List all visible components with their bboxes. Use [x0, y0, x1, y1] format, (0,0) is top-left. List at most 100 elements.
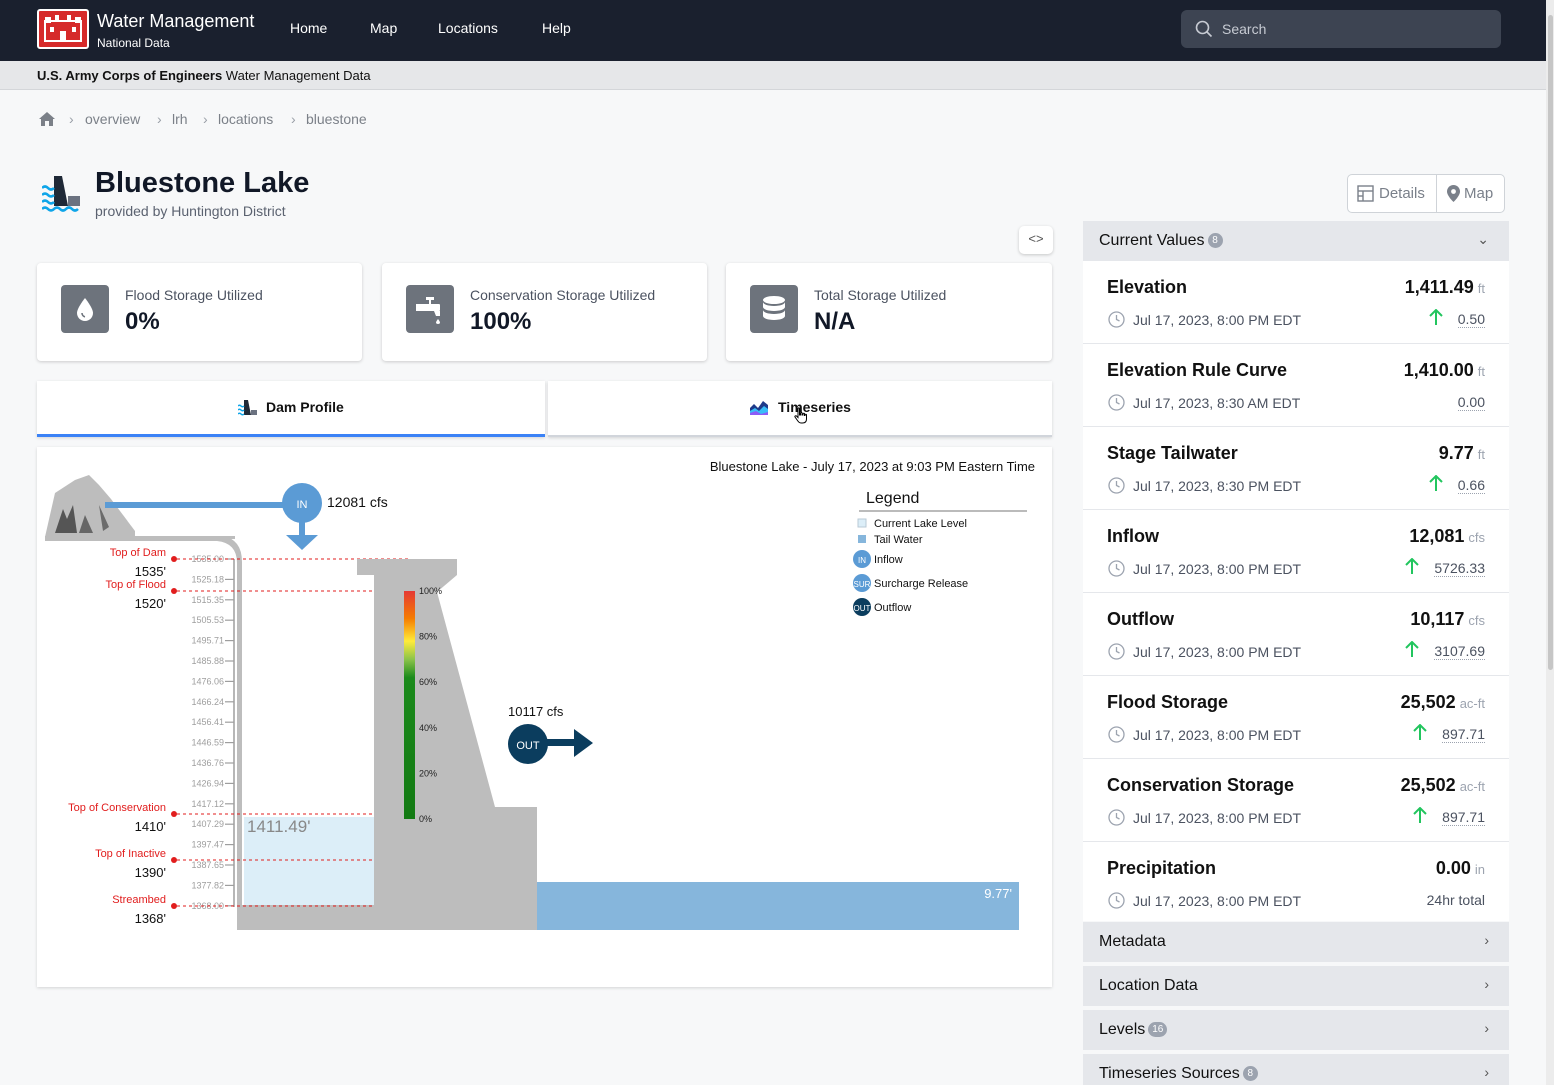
ruler-tick-label: 1456.41 — [191, 717, 224, 727]
legend-title: Legend — [866, 490, 919, 507]
current-value-name: Elevation — [1107, 277, 1188, 297]
current-value-row[interactable]: Outflow 10,117 cfs Jul 17, 2023, 8:00 PM ED… — [1083, 593, 1509, 676]
map-button[interactable]: Map — [1437, 175, 1505, 212]
ruler-tick-label: 1525.18 — [191, 574, 224, 584]
count-badge: 8 — [1207, 233, 1223, 249]
faucet-icon — [406, 285, 454, 333]
level-marker-dot — [171, 857, 177, 863]
location-data-label: Location Data — [1099, 977, 1198, 994]
brand-title[interactable]: Water Management — [97, 11, 254, 32]
tab-dam-profile[interactable]: Dam Profile — [37, 381, 545, 437]
current-value-name: Precipitation — [1107, 858, 1217, 878]
database-icon — [750, 285, 798, 333]
current-value-timestamp: Jul 17, 2023, 8:00 PM EDT — [1133, 727, 1302, 743]
legend-swatch-lake — [857, 518, 867, 528]
nav-map[interactable]: Map — [370, 20, 397, 36]
details-button[interactable]: Details — [1348, 175, 1436, 212]
ruler-tick-label: 1387.65 — [191, 860, 224, 870]
home-icon[interactable] — [38, 111, 56, 127]
level-value: 1535' — [135, 564, 166, 579]
current-value-row[interactable]: Conservation Storage 25,502 ac-ft Jul 17, 2… — [1083, 759, 1509, 842]
legend: Legend Current Lake Level Tail Water IN … — [853, 490, 1027, 616]
stat-card-flood-storage: Flood Storage Utilized 0% — [37, 263, 362, 361]
nav-locations[interactable]: Locations — [438, 20, 498, 36]
timeseries-sources-header[interactable]: Timeseries Sources 8 › — [1083, 1054, 1509, 1085]
level-name: Top of Dam — [110, 547, 166, 559]
arrow-up-icon — [1429, 475, 1443, 491]
current-value-timestamp: Jul 17, 2023, 8:00 PM EDT — [1133, 644, 1302, 660]
details-label: Details — [1379, 185, 1425, 202]
current-value-delta: 3107.69 — [1434, 643, 1485, 660]
gauge-label: 20% — [419, 768, 437, 778]
breadcrumb-lrh[interactable]: lrh — [172, 111, 188, 127]
current-value-row[interactable]: Stage Tailwater 9.77 ft Jul 17, 2023, 8:30 … — [1083, 427, 1509, 510]
current-value-unit: cfs — [1468, 613, 1485, 628]
current-value-name: Stage Tailwater — [1107, 443, 1238, 463]
outflow-value: 10117 cfs — [508, 704, 564, 719]
current-value-row[interactable]: Flood Storage 25,502 ac-ft Jul 17, 2023, 8:… — [1083, 676, 1509, 759]
breadcrumb-bluestone[interactable]: bluestone — [306, 111, 367, 127]
current-value-row[interactable]: Precipitation 0.00 in Jul 17, 2023, 8:00 PM… — [1083, 842, 1509, 925]
stat-label: Total Storage Utilized — [814, 287, 947, 303]
breadcrumb-locations[interactable]: locations — [218, 111, 273, 127]
levels-header[interactable]: Levels 16 › — [1083, 1010, 1509, 1050]
breadcrumb-overview[interactable]: overview — [85, 111, 140, 127]
gauge-label: 40% — [419, 723, 437, 733]
nav-home[interactable]: Home — [290, 20, 327, 36]
current-value-row[interactable]: Inflow 12,081 cfs Jul 17, 2023, 8:00 PM EDT… — [1083, 510, 1509, 593]
search-input[interactable]: Search — [1181, 10, 1501, 48]
brand-subtitle: National Data — [97, 36, 170, 50]
legend-inflow-icon-label: IN — [858, 556, 866, 565]
tab-timeseries[interactable]: Timeseries — [548, 381, 1052, 437]
level-value: 1390' — [135, 865, 166, 880]
current-value-row[interactable]: Elevation 1,411.49 ft Jul 17, 2023, 8:00 PM… — [1083, 261, 1509, 344]
location-data-header[interactable]: Location Data › — [1083, 966, 1509, 1006]
view-tabs: Dam Profile Timeseries — [37, 381, 1052, 438]
chevron-right-icon: › — [1484, 932, 1489, 948]
org-tagline: Water Management Data — [225, 68, 371, 83]
arrow-up-icon — [1405, 558, 1419, 574]
current-value-timestamp: Jul 17, 2023, 8:00 PM EDT — [1133, 312, 1302, 328]
level-value: 1520' — [135, 596, 166, 611]
stat-card-conservation-storage: Conservation Storage Utilized 100% — [382, 263, 707, 361]
current-value-timestamp: Jul 17, 2023, 8:00 PM EDT — [1133, 893, 1302, 909]
dam-icon — [238, 400, 257, 416]
page-title: Bluestone Lake — [95, 167, 310, 199]
clock-icon — [1108, 892, 1125, 909]
search-placeholder: Search — [1222, 21, 1267, 37]
current-values-list: Elevation 1,411.49 ft Jul 17, 2023, 8:00 PM… — [1083, 261, 1509, 925]
arrow-up-icon — [1413, 807, 1427, 823]
clock-icon — [1108, 560, 1125, 577]
current-value-delta: 0.50 — [1457, 311, 1485, 328]
lake-level-label: 1411.49' — [247, 817, 310, 836]
dam-icon — [42, 176, 80, 212]
clock-icon — [1108, 809, 1125, 826]
clock-icon — [1108, 726, 1125, 743]
level-marker-dot — [171, 903, 177, 909]
usace-castle-logo-icon[interactable] — [37, 9, 89, 49]
metadata-header[interactable]: Metadata › — [1083, 922, 1509, 962]
current-values-header[interactable]: Current Values 8 ⌄ — [1083, 221, 1509, 261]
legend-swatch-tailwater — [858, 535, 866, 543]
chevron-right-icon: › — [1484, 976, 1489, 992]
stat-card-total-storage: Total Storage Utilized N/A — [726, 263, 1052, 361]
current-value-timestamp: Jul 17, 2023, 8:00 PM EDT — [1133, 810, 1302, 826]
clock-icon — [1108, 477, 1125, 494]
current-value-number: 25,502 — [1400, 775, 1456, 795]
current-value-row[interactable]: Elevation Rule Curve 1,410.00 ft Jul 17, 20… — [1083, 344, 1509, 427]
legend-surcharge-icon-label: SUR — [854, 580, 871, 589]
ruler-tick-label: 1495.71 — [191, 636, 224, 646]
nav-help[interactable]: Help — [542, 20, 571, 36]
current-value-unit: ft — [1477, 364, 1485, 379]
legend-item: Inflow — [874, 554, 903, 566]
current-value-timestamp: Jul 17, 2023, 8:30 AM EDT — [1133, 395, 1301, 411]
page-scrollbar-thumb[interactable] — [1548, 15, 1553, 670]
gauge-label: 100% — [419, 586, 442, 596]
collapse-toggle-button[interactable]: <> — [1019, 226, 1053, 254]
current-value-delta: 0.00 — [1457, 394, 1485, 411]
table-icon — [1357, 185, 1374, 202]
level-value: 1368' — [135, 911, 166, 926]
arrow-up-icon — [1405, 641, 1419, 657]
current-value-unit: ft — [1477, 447, 1485, 462]
levels-label: Levels — [1099, 1021, 1146, 1038]
